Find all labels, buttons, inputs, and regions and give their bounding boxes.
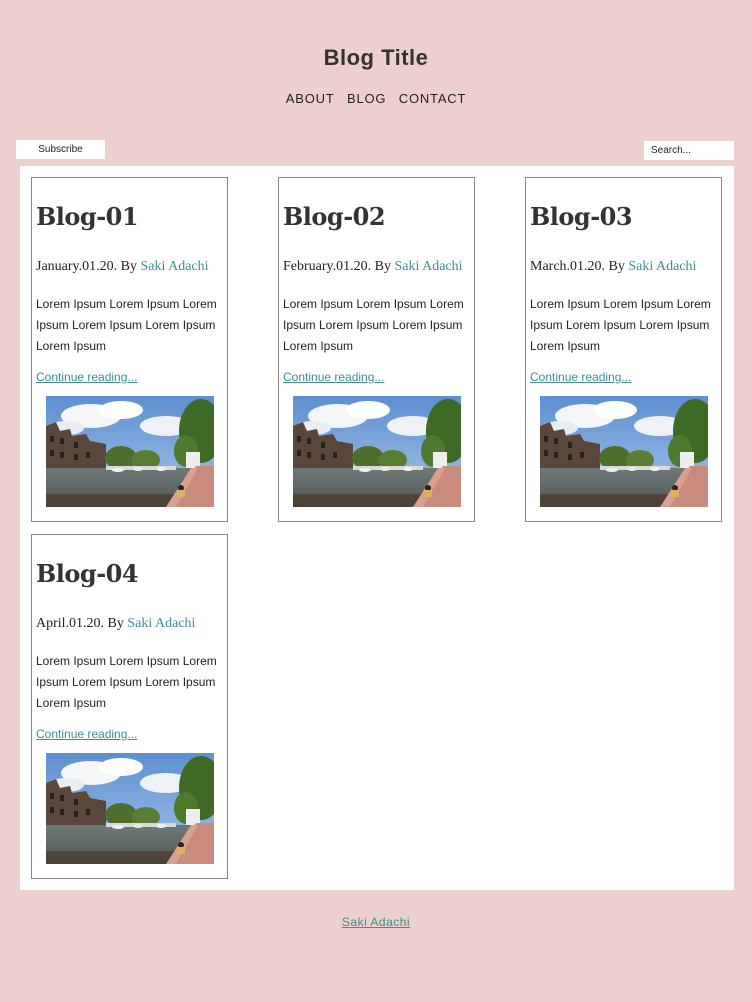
search-input[interactable] [644, 141, 734, 160]
post-author-link[interactable]: Saki Adachi [140, 259, 208, 274]
continue-reading-link[interactable]: Continue reading... [36, 370, 137, 384]
subscribe-button[interactable]: Subscribe [16, 140, 105, 159]
post-author-link[interactable]: Saki Adachi [628, 259, 696, 274]
post-image [293, 396, 461, 507]
post-title: Blog-01 [36, 202, 139, 231]
post-card: Blog-02 February.01.20. By Saki Adachi L… [278, 177, 475, 522]
post-excerpt: Lorem Ipsum Lorem Ipsum Lorem Ipsum Lore… [36, 297, 217, 353]
post-meta: March.01.20. By Saki Adachi [530, 259, 696, 275]
post-excerpt: Lorem Ipsum Lorem Ipsum Lorem Ipsum Lore… [530, 297, 711, 353]
post-date: March.01.20. By [530, 259, 629, 274]
post-excerpt: Lorem Ipsum Lorem Ipsum Lorem Ipsum Lore… [36, 654, 217, 710]
site-title: Blog Title [323, 45, 429, 70]
post-image [46, 396, 214, 507]
post-date: February.01.20. By [283, 259, 395, 274]
post-title: Blog-04 [36, 559, 139, 588]
continue-reading-link[interactable]: Continue reading... [283, 370, 384, 384]
continue-reading-link[interactable]: Continue reading... [530, 370, 631, 384]
continue-reading-link[interactable]: Continue reading... [36, 727, 137, 741]
post-date: April.01.20. By [36, 616, 128, 631]
post-image [46, 753, 214, 864]
post-author-link[interactable]: Saki Adachi [394, 259, 462, 274]
nav-contact[interactable]: CONTACT [399, 91, 466, 106]
footer-author-link[interactable]: Saki Adachi [342, 915, 410, 929]
post-card: Blog-01 January.01.20. By Saki Adachi Lo… [31, 177, 228, 522]
footer: Saki Adachi [0, 915, 752, 929]
post-card: Blog-03 March.01.20. By Saki Adachi Lore… [525, 177, 722, 522]
nav-about[interactable]: ABOUT [286, 91, 335, 106]
post-title: Blog-03 [530, 202, 633, 231]
post-date: January.01.20. By [36, 259, 141, 274]
post-image [540, 396, 708, 507]
post-meta: April.01.20. By Saki Adachi [36, 616, 195, 632]
nav-blog[interactable]: BLOG [347, 91, 386, 106]
main-nav: ABOUT BLOG CONTACT [0, 91, 752, 106]
post-title: Blog-02 [283, 202, 386, 231]
post-excerpt: Lorem Ipsum Lorem Ipsum Lorem Ipsum Lore… [283, 297, 464, 353]
post-card: Blog-04 April.01.20. By Saki Adachi Lore… [31, 534, 228, 879]
post-meta: February.01.20. By Saki Adachi [283, 259, 463, 275]
post-author-link[interactable]: Saki Adachi [127, 616, 195, 631]
post-meta: January.01.20. By Saki Adachi [36, 259, 209, 275]
